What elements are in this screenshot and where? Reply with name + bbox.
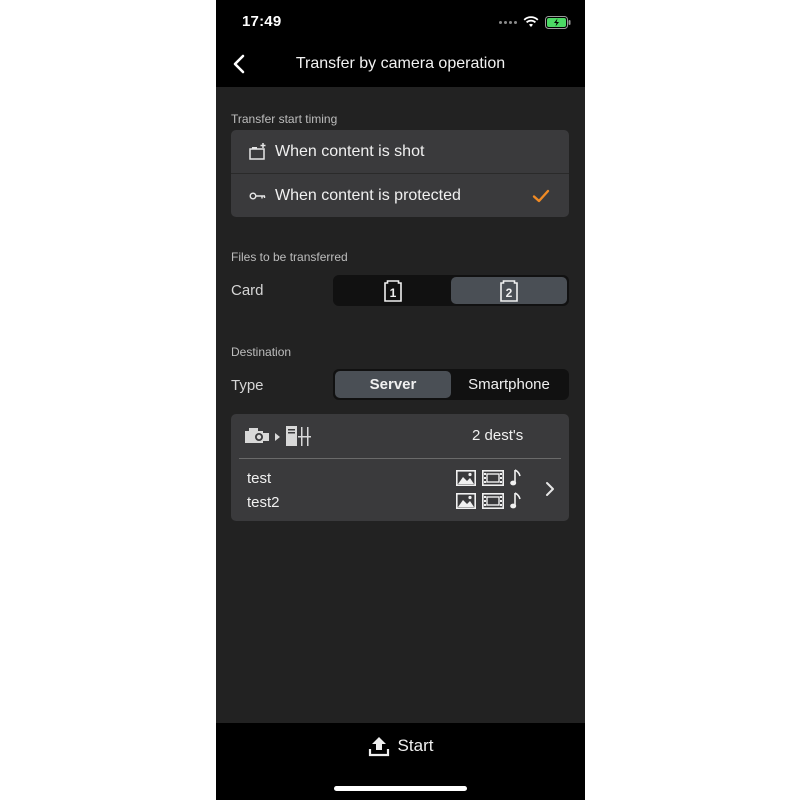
destination-type-selector: Server Smartphone: [333, 369, 569, 400]
timing-option-shot[interactable]: When content is shot: [231, 130, 569, 173]
destination-count: 2 dest's: [472, 427, 524, 444]
app-screen: 17:49 Transfer by camera operation Trans…: [216, 0, 585, 800]
wifi-icon: [523, 16, 539, 27]
page-title: Transfer by camera operation: [295, 55, 506, 72]
status-icons: [499, 14, 571, 30]
key-icon: [249, 192, 266, 200]
card-slot-1-button[interactable]: 1: [335, 277, 451, 304]
start-button[interactable]: Start: [216, 735, 585, 757]
media-types: [456, 469, 522, 487]
camera-to-server-icon: [245, 426, 311, 446]
destination-item-name: test: [247, 470, 272, 487]
timing-options-group: When content is shot When content is pro…: [231, 130, 569, 217]
top-bar: 17:49 Transfer by camera operation: [216, 0, 585, 87]
shoot-icon: [249, 143, 266, 160]
status-time: 17:49: [242, 13, 282, 30]
movie-icon: [482, 493, 504, 509]
start-label: Start: [397, 736, 434, 755]
type-server-button[interactable]: Server: [335, 371, 451, 398]
card-slot-1-icon: 1: [384, 279, 402, 302]
card-slot-2-icon: 2: [500, 279, 518, 302]
movie-icon: [482, 470, 504, 486]
svg-text:2: 2: [506, 286, 513, 300]
music-icon: [510, 469, 521, 486]
destination-section-label: Destination: [231, 345, 292, 359]
timing-option-label: When content is protected: [275, 187, 461, 204]
music-icon: [510, 492, 521, 509]
files-section-label: Files to be transferred: [231, 250, 348, 264]
card-label: Card: [231, 282, 264, 299]
battery-icon: [545, 15, 571, 29]
divider: [239, 458, 561, 459]
upload-icon: [368, 737, 389, 757]
image-icon: [456, 493, 476, 509]
checkmark-icon: [532, 189, 550, 203]
type-smartphone-button[interactable]: Smartphone: [451, 371, 567, 398]
destination-item-name: test2: [247, 494, 280, 511]
svg-text:1: 1: [390, 286, 397, 300]
card-selector: 1 2: [333, 275, 569, 306]
signal-icon: [499, 20, 517, 24]
destination-card[interactable]: 2 dest's test test2: [231, 414, 569, 521]
timing-option-protected[interactable]: When content is protected: [231, 173, 569, 217]
card-slot-2-button[interactable]: 2: [451, 277, 567, 304]
home-indicator[interactable]: [334, 786, 467, 791]
type-label: Type: [231, 377, 264, 394]
chevron-right-icon: [546, 482, 554, 496]
timing-section-label: Transfer start timing: [231, 112, 338, 126]
media-types: [456, 492, 522, 510]
bottom-bar: Start: [216, 723, 585, 800]
timing-option-label: When content is shot: [275, 143, 425, 160]
image-icon: [456, 470, 476, 486]
